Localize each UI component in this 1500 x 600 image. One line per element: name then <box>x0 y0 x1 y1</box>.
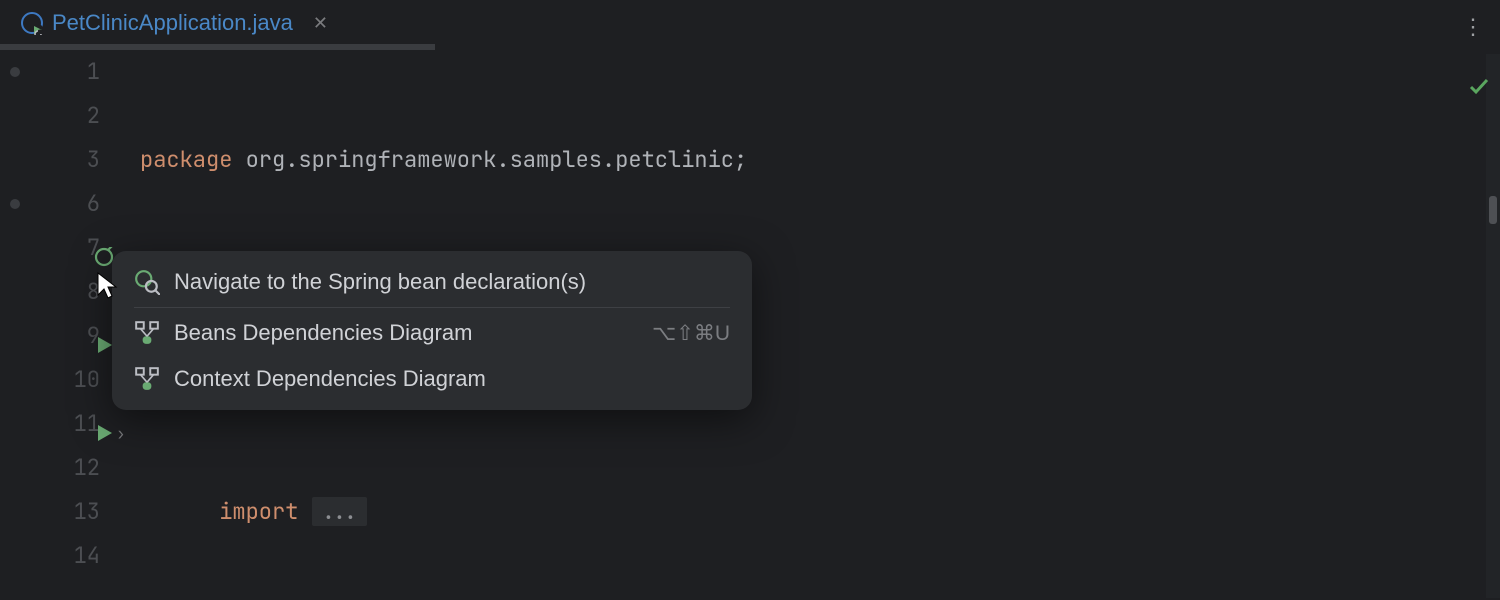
popup-item-label: Beans Dependencies Diagram <box>174 320 472 346</box>
breakpoint-slot[interactable] <box>10 199 20 209</box>
java-class-icon <box>20 11 44 35</box>
package-name: org.springframework.samples.petclinic; <box>232 145 747 174</box>
line-number: 1 <box>87 57 100 86</box>
popup-item-navigate-bean[interactable]: Navigate to the Spring bean declaration(… <box>112 259 752 305</box>
popup-item-label: Navigate to the Spring bean declaration(… <box>174 269 586 295</box>
line-number: 14 <box>74 541 100 570</box>
line-number: 10 <box>74 365 100 394</box>
close-icon[interactable]: ✕ <box>313 13 328 34</box>
tab-filename: PetClinicApplication.java <box>52 10 293 36</box>
run-icon[interactable] <box>94 326 114 346</box>
popup-item-label: Context Dependencies Diagram <box>174 366 486 392</box>
gutter-popup-menu: Navigate to the Spring bean declaration(… <box>112 251 752 410</box>
keyword: import <box>219 497 298 526</box>
line-number: 6 <box>87 189 100 218</box>
line-number: 12 <box>74 453 100 482</box>
breakpoint-slot[interactable] <box>10 67 20 77</box>
run-icon[interactable] <box>94 414 114 434</box>
kebab-menu-icon[interactable]: ⋮ <box>1462 14 1480 40</box>
diagram-icon <box>134 366 160 392</box>
folded-region[interactable]: ... <box>312 497 368 526</box>
spring-bean-icon[interactable] <box>94 238 114 258</box>
line-number: 8 <box>87 277 100 306</box>
line-number: 3 <box>87 145 100 174</box>
error-stripe-mark[interactable] <box>1489 196 1497 224</box>
line-number: 2 <box>87 101 100 130</box>
line-number: 13 <box>74 497 100 526</box>
error-stripe[interactable] <box>1486 54 1500 598</box>
tab-active[interactable]: PetClinicApplication.java ✕ <box>10 0 348 50</box>
spring-search-icon <box>134 269 160 295</box>
analysis-ok-icon[interactable] <box>1468 75 1490 102</box>
popup-separator <box>134 307 730 308</box>
diagram-icon <box>134 320 160 346</box>
popup-item-shortcut: ⌥⇧⌘U <box>652 321 730 346</box>
fold-chevron-icon[interactable]: › <box>116 412 126 456</box>
popup-item-context-diagram[interactable]: Context Dependencies Diagram <box>112 356 752 402</box>
popup-item-beans-diagram[interactable]: Beans Dependencies Diagram ⌥⇧⌘U <box>112 310 752 356</box>
tab-bar: PetClinicApplication.java ✕ ⋮ <box>0 0 1500 50</box>
keyword: package <box>140 145 232 174</box>
